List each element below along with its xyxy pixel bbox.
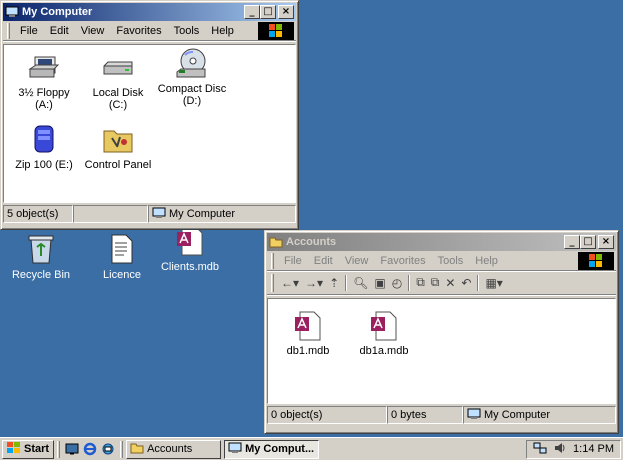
search-icon[interactable]: 🔍︎ — [350, 274, 371, 292]
total-size: 0 bytes — [387, 406, 463, 424]
close-button[interactable]: × — [598, 235, 614, 249]
menu-view[interactable]: View — [75, 25, 111, 37]
drive-zip-e[interactable]: Zip 100 (E:) — [8, 123, 80, 171]
toolbar-grip — [271, 273, 274, 292]
close-button[interactable]: × — [278, 5, 294, 19]
menu-help[interactable]: Help — [205, 25, 240, 37]
taskbar-button-my-computer[interactable]: My Comput... — [224, 439, 320, 459]
menu-edit[interactable]: Edit — [44, 25, 75, 37]
status-location: My Computer — [148, 205, 296, 223]
menu-edit[interactable]: Edit — [308, 255, 339, 267]
delete-icon[interactable]: ✕ — [442, 274, 458, 292]
toolbar-separator — [345, 274, 348, 291]
folders-icon[interactable]: ▣ — [371, 274, 388, 292]
floppy-drive-icon — [26, 51, 62, 85]
show-desktop-icon[interactable] — [63, 440, 81, 458]
my-computer-window[interactable]: My Computer _ □ × File Edit View Favorit… — [0, 0, 299, 230]
forward-arrow-icon[interactable]: →▾ — [302, 274, 326, 292]
zip-drive-icon — [26, 123, 62, 157]
menu-favorites[interactable]: Favorites — [374, 255, 431, 267]
windows-logo-icon — [7, 441, 21, 457]
start-button[interactable]: Start — [2, 439, 55, 459]
menu-view[interactable]: View — [339, 255, 375, 267]
clock[interactable]: 1:14 PM — [573, 443, 614, 455]
accounts-content: db1.mdb db1a.mdb — [267, 298, 616, 404]
move-to-icon[interactable]: ⧉ — [413, 274, 428, 292]
menu-tools[interactable]: Tools — [168, 25, 206, 37]
menu-tools[interactable]: Tools — [432, 255, 470, 267]
menubar-grip — [271, 252, 274, 269]
computer-icon — [5, 6, 19, 18]
access-db-icon — [290, 309, 326, 343]
maximize-button[interactable]: □ — [580, 235, 596, 249]
folder-icon — [130, 442, 144, 457]
views-icon[interactable]: ▦▾ — [482, 274, 505, 292]
my-computer-titlebar[interactable]: My Computer _ □ × — [3, 3, 296, 21]
document-icon — [104, 232, 140, 266]
recycle-bin-icon — [23, 232, 59, 266]
folder-icon — [269, 236, 283, 248]
taskbar-separator — [57, 440, 61, 458]
cd-drive-icon — [174, 47, 210, 81]
computer-icon — [228, 442, 242, 457]
computer-icon — [152, 207, 166, 222]
network-icon[interactable] — [533, 441, 547, 458]
maximize-button[interactable]: □ — [260, 5, 276, 19]
status-spacer — [73, 205, 148, 223]
volume-icon[interactable] — [553, 441, 567, 458]
my-computer-content: 3½ Floppy (A:) Local Disk (C:) Compact D… — [3, 44, 296, 203]
window-title: My Computer — [22, 6, 93, 18]
file-db1a-mdb[interactable]: db1a.mdb — [348, 309, 420, 357]
taskbar-separator — [120, 440, 124, 458]
back-arrow-icon[interactable]: ←▾ — [278, 274, 302, 292]
outlook-express-icon[interactable] — [99, 440, 117, 458]
drive-floppy-a[interactable]: 3½ Floppy (A:) — [8, 51, 80, 111]
control-panel[interactable]: Control Panel — [82, 123, 154, 171]
desktop-icon-licence[interactable]: Licence — [87, 232, 157, 281]
menubar-grip — [7, 22, 10, 39]
minimize-button[interactable]: _ — [564, 235, 580, 249]
my-computer-menubar: File Edit View Favorites Tools Help — [3, 21, 296, 41]
window-title: Accounts — [286, 236, 337, 248]
windows-logo-icon — [578, 252, 614, 270]
taskbar: Start Accounts My Comput... 1:14 PM — [0, 437, 623, 460]
my-computer-statusbar: 5 object(s) My Computer — [3, 205, 296, 225]
desktop-icon-recycle-bin[interactable]: Recycle Bin — [6, 232, 76, 281]
accounts-window[interactable]: Accounts _ □ × File Edit View Favorites … — [264, 230, 619, 434]
up-folder-icon[interactable]: ⇡ — [326, 274, 342, 292]
access-db-icon — [366, 309, 402, 343]
hard-disk-icon — [100, 51, 136, 85]
menu-help[interactable]: Help — [469, 255, 504, 267]
internet-explorer-icon[interactable] — [81, 440, 99, 458]
taskbar-button-accounts[interactable]: Accounts — [126, 439, 222, 459]
object-count: 0 object(s) — [267, 406, 387, 424]
accounts-menubar: File Edit View Favorites Tools Help — [267, 251, 616, 271]
toolbar-separator — [477, 274, 480, 291]
history-icon[interactable]: ◴ — [389, 274, 405, 292]
desktop-icon-clients-mdb[interactable]: Clients.mdb — [155, 224, 225, 273]
accounts-titlebar[interactable]: Accounts _ □ × — [267, 233, 616, 251]
menu-file[interactable]: File — [14, 25, 44, 37]
drive-compact-disc-d[interactable]: Compact Disc (D:) — [156, 47, 228, 107]
minimize-button[interactable]: _ — [244, 5, 260, 19]
windows-logo-icon — [258, 22, 294, 40]
menu-favorites[interactable]: Favorites — [110, 25, 167, 37]
drive-local-disk-c[interactable]: Local Disk (C:) — [82, 51, 154, 111]
copy-to-icon[interactable]: ⧉ — [428, 274, 443, 292]
accounts-statusbar: 0 object(s) 0 bytes My Computer — [267, 406, 616, 426]
system-tray: 1:14 PM — [526, 439, 621, 459]
status-location: My Computer — [463, 406, 616, 424]
object-count: 5 object(s) — [3, 205, 73, 223]
file-db1-mdb[interactable]: db1.mdb — [272, 309, 344, 357]
accounts-toolbar: ←▾ →▾ ⇡ 🔍︎ ▣ ◴ ⧉ ⧉ ✕ ↶ ▦▾ — [267, 271, 616, 295]
computer-icon — [467, 408, 481, 423]
undo-icon[interactable]: ↶ — [458, 274, 474, 292]
menu-file[interactable]: File — [278, 255, 308, 267]
toolbar-separator — [408, 274, 411, 291]
control-panel-icon — [100, 123, 136, 157]
